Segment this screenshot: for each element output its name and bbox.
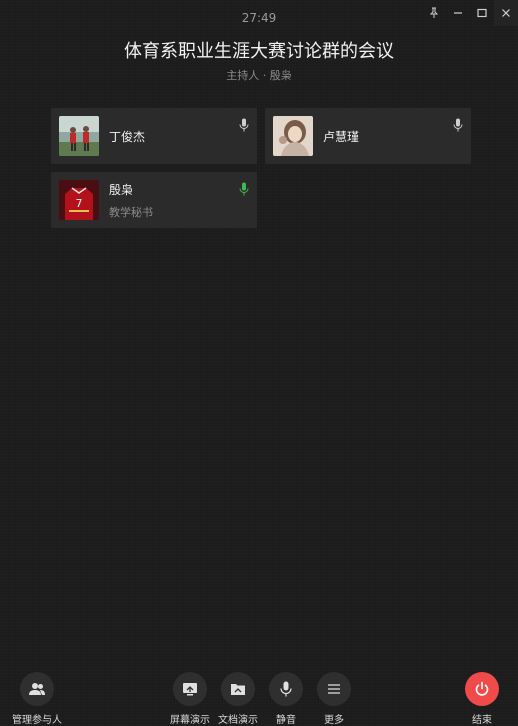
end-meeting-label: 结束 (472, 715, 492, 726)
participant-card[interactable]: 丁俊杰 (51, 108, 257, 164)
participant-role: 教学秘书 (109, 205, 153, 219)
screen-share-icon (183, 683, 197, 696)
avatar (273, 116, 313, 156)
more-button[interactable] (317, 672, 351, 706)
folder-share-icon (231, 684, 245, 695)
participant-card[interactable]: 7 殷枭 教学秘书 (51, 172, 257, 228)
meeting-timer: 27:49 (241, 11, 277, 25)
microphone-icon (453, 118, 463, 132)
menu-icon (328, 684, 340, 694)
microphone-active-icon (239, 182, 249, 196)
doc-share-button[interactable] (221, 672, 255, 706)
svg-text:7: 7 (76, 197, 83, 210)
more-label: 更多 (324, 715, 344, 726)
screen-share-button[interactable] (173, 672, 207, 706)
microphone-icon (239, 118, 249, 132)
host-line: 主持人 · 殷枭 (226, 69, 292, 82)
mute-button[interactable] (269, 672, 303, 706)
meeting-title: 体育系职业生涯大赛讨论群的会议 (124, 41, 394, 62)
manage-participants-label: 管理参与人 (12, 715, 62, 726)
power-icon (475, 681, 489, 696)
end-meeting-button[interactable] (465, 672, 499, 706)
participant-name: 殷枭 (109, 182, 134, 197)
participant-card[interactable]: 卢慧瑾 (265, 108, 471, 164)
participant-name: 丁俊杰 (109, 129, 146, 144)
participants-icon (29, 683, 45, 695)
manage-participants-button[interactable] (20, 672, 54, 706)
avatar (59, 116, 99, 156)
microphone-icon (280, 681, 292, 697)
participant-name: 卢慧瑾 (323, 129, 360, 144)
avatar: 7 (59, 180, 99, 220)
